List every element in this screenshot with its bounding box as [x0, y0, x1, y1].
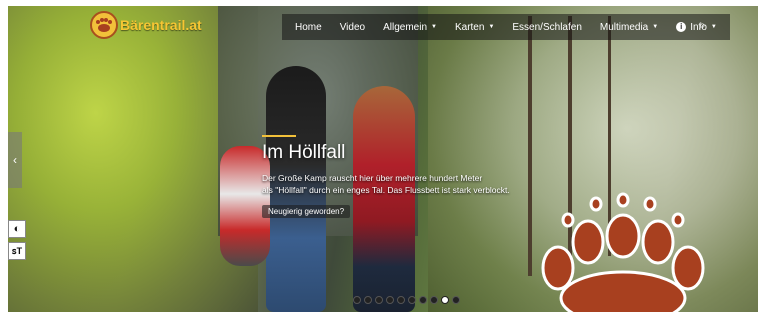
text-size-button[interactable]: ꜱT	[8, 242, 26, 260]
nav-label: Home	[295, 21, 322, 33]
nav-label: Essen/Schlafen	[512, 21, 582, 33]
main-navigation: Home Video Allgemein ▼ Karten ▼ Essen/Schl…	[282, 14, 730, 40]
contrast-toggle-button[interactable]: ◐	[8, 220, 26, 238]
chevron-down-icon: ▼	[488, 24, 495, 30]
nav-label: Multimedia	[599, 21, 649, 33]
slider-dot[interactable]	[408, 296, 416, 304]
slider-dot[interactable]	[375, 296, 383, 304]
logo-text: Bärentrail.at	[120, 17, 202, 33]
nav-item-video[interactable]: Video	[331, 22, 374, 33]
slider-dot[interactable]	[419, 296, 427, 304]
nav-item-home[interactable]: Home	[286, 22, 331, 33]
chevron-down-icon: ▼	[710, 24, 717, 30]
slide-text-line: Der Große Kamp rauscht hier über mehrere…	[262, 173, 483, 183]
slider-dot[interactable]	[364, 296, 372, 304]
nav-item-allgemein[interactable]: Allgemein ▼	[374, 22, 446, 33]
info-icon: i	[676, 22, 687, 32]
nav-label: Allgemein	[383, 21, 428, 33]
chevron-left-icon: ‹	[13, 153, 17, 167]
slider-dot[interactable]	[430, 296, 438, 304]
nav-item-info[interactable]: i Info ▼	[667, 22, 726, 33]
slider-prev-button[interactable]: ‹	[8, 132, 22, 188]
slider-dot[interactable]	[452, 296, 460, 304]
slide-text: Der Große Kamp rauscht hier über mehrere…	[262, 172, 562, 196]
nav-item-karten[interactable]: Karten ▼	[446, 22, 503, 33]
read-more-button[interactable]: Neugierig geworden?	[262, 205, 351, 218]
slider-pagination	[353, 296, 460, 304]
text-size-icon: ꜱT	[11, 245, 23, 256]
slide-caption: Im Höllfall Der Große Kamp rauscht hier …	[262, 135, 562, 219]
bear-paw-logo-icon	[90, 11, 118, 39]
site-logo[interactable]: Bärentrail.at	[90, 11, 202, 39]
nav-item-multimedia[interactable]: Multimedia ▼	[591, 22, 667, 33]
slider-dot[interactable]	[441, 296, 449, 304]
chevron-down-icon: ▼	[431, 24, 437, 30]
slider-dot[interactable]	[386, 296, 394, 304]
nav-label: Video	[339, 21, 366, 33]
search-icon[interactable]: ⌕	[699, 18, 706, 33]
caption-accent-line	[262, 135, 296, 137]
slide-title: Im Höllfall	[262, 142, 346, 163]
nav-item-essen-schlafen[interactable]: Essen/Schlafen	[503, 22, 591, 33]
nav-label: Karten	[454, 21, 485, 33]
chevron-down-icon: ▼	[652, 24, 659, 30]
slider-dot[interactable]	[353, 296, 361, 304]
contrast-icon: ◐	[13, 223, 21, 235]
slide-text-line: als "Höllfall" durch ein enges Tal. Das …	[262, 185, 510, 195]
bear-paw-icon	[541, 192, 705, 312]
slider-dot[interactable]	[397, 296, 405, 304]
